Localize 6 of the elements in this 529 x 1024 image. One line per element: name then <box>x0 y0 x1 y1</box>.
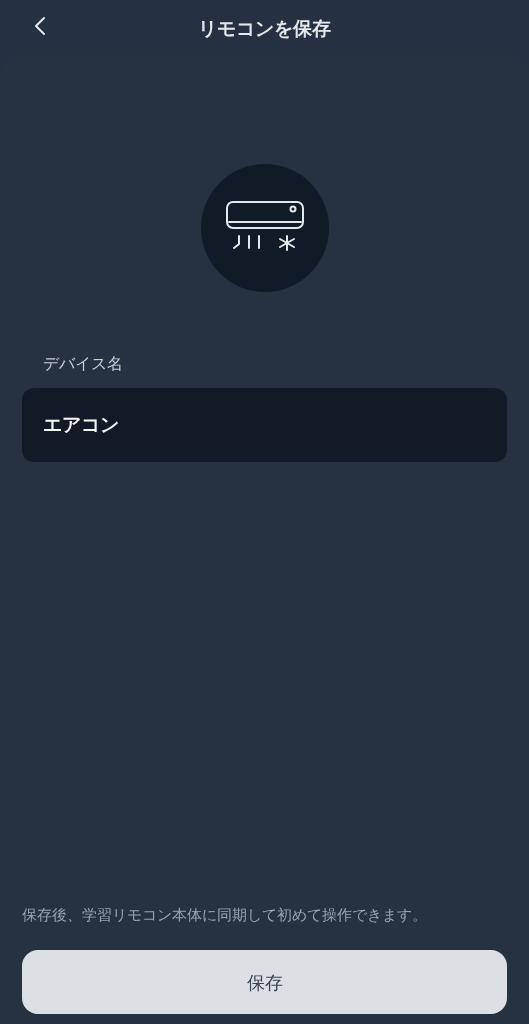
sync-note: 保存後、学習リモコン本体に同期して初めて操作できます。 <box>22 904 428 926</box>
save-button[interactable]: 保存 <box>22 950 507 1014</box>
back-icon <box>34 16 46 36</box>
field-label: デバイス名 <box>43 353 124 375</box>
device-name-field[interactable]: エアコン <box>22 388 507 462</box>
screen-title: リモコンを保存 <box>198 15 331 41</box>
